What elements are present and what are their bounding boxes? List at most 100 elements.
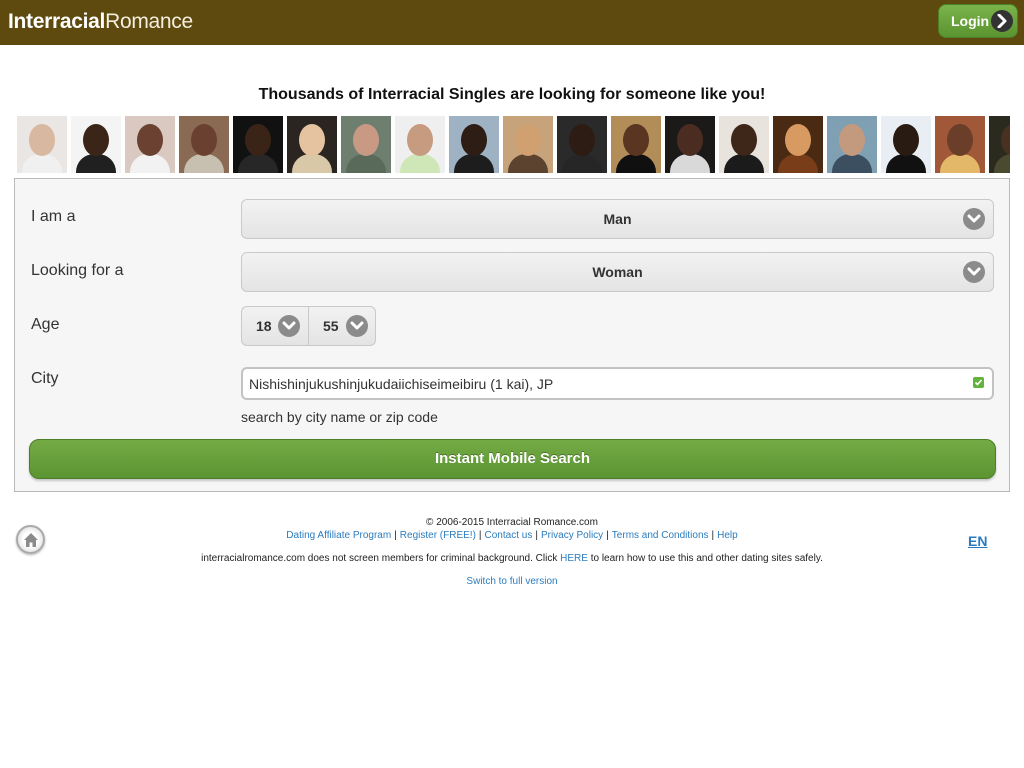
- photo-figure-body: [454, 154, 494, 173]
- city-input[interactable]: [241, 367, 994, 400]
- member-photo[interactable]: [827, 116, 877, 173]
- member-photo[interactable]: [503, 116, 553, 173]
- member-photo[interactable]: [557, 116, 607, 173]
- looking-value: Woman: [592, 264, 643, 280]
- photo-figure-head: [623, 124, 649, 156]
- photo-figure-body: [886, 154, 926, 173]
- member-photo[interactable]: [287, 116, 337, 173]
- member-photo[interactable]: [449, 116, 499, 173]
- photo-figure-head: [1001, 124, 1010, 156]
- chevron-down-icon: [346, 315, 368, 337]
- photo-figure-head: [893, 124, 919, 156]
- login-label: Login: [951, 13, 990, 29]
- headline: Thousands of Interracial Singles are loo…: [258, 86, 766, 103]
- age-max-value: 55: [323, 318, 339, 334]
- chevron-right-icon: [991, 10, 1013, 32]
- age-min-value: 18: [256, 318, 272, 334]
- member-photo[interactable]: [125, 116, 175, 173]
- photo-figure-body: [616, 154, 656, 173]
- chevron-down-icon: [278, 315, 300, 337]
- photo-figure-body: [346, 154, 386, 173]
- member-photo[interactable]: [881, 116, 931, 173]
- photo-figure-body: [22, 154, 62, 173]
- photo-figure-head: [731, 124, 757, 156]
- photo-figure-head: [29, 124, 55, 156]
- member-photo-strip: [17, 116, 1010, 173]
- photo-figure-head: [839, 124, 865, 156]
- photo-figure-head: [191, 124, 217, 156]
- photo-figure-head: [353, 124, 379, 156]
- member-photo[interactable]: [719, 116, 769, 173]
- photo-figure-body: [238, 154, 278, 173]
- separator: |: [478, 530, 482, 541]
- iam-select[interactable]: Man: [241, 199, 994, 239]
- separator: |: [711, 530, 715, 541]
- photo-figure-head: [83, 124, 109, 156]
- safety-disclaimer: interracialromance.com does not screen m…: [0, 553, 1024, 564]
- photo-figure-head: [461, 124, 487, 156]
- switch-version: Switch to full version: [0, 576, 1024, 587]
- age-min-select[interactable]: 18: [242, 307, 309, 345]
- affiliate-link[interactable]: Dating Affiliate Program: [286, 530, 391, 541]
- photo-figure-head: [299, 124, 325, 156]
- photo-figure-body: [778, 154, 818, 173]
- photo-figure-body: [292, 154, 332, 173]
- photo-figure-body: [670, 154, 710, 173]
- iam-label: I am a: [31, 208, 76, 225]
- photo-figure-body: [400, 154, 440, 173]
- member-photo[interactable]: [71, 116, 121, 173]
- privacy-link[interactable]: Privacy Policy: [541, 530, 603, 541]
- instant-search-button[interactable]: Instant Mobile Search: [29, 439, 996, 479]
- photo-figure-head: [515, 124, 541, 156]
- iam-value: Man: [603, 211, 632, 227]
- photo-figure-body: [832, 154, 872, 173]
- member-photo[interactable]: [611, 116, 661, 173]
- switch-to-full-version-link[interactable]: Switch to full version: [466, 576, 557, 587]
- separator: |: [394, 530, 397, 541]
- photo-figure-body: [994, 154, 1010, 173]
- member-photo[interactable]: [935, 116, 985, 173]
- photo-figure-head: [677, 124, 703, 156]
- chevron-down-icon: [963, 261, 985, 283]
- logo[interactable]: InterracialRomance: [8, 10, 193, 34]
- member-photo[interactable]: [179, 116, 229, 173]
- photo-figure-body: [184, 154, 224, 173]
- member-photo[interactable]: [233, 116, 283, 173]
- separator: |: [606, 530, 609, 541]
- age-range: 18 55: [241, 306, 376, 346]
- member-photo[interactable]: [341, 116, 391, 173]
- photo-figure-head: [137, 124, 163, 156]
- disclaimer-text-before: interracialromance.com does not screen m…: [201, 553, 558, 564]
- terms-link[interactable]: Terms and Conditions: [612, 530, 709, 541]
- member-photo[interactable]: [395, 116, 445, 173]
- age-label: Age: [31, 316, 60, 333]
- photo-figure-head: [947, 124, 973, 156]
- logo-bold-text: Interracial: [8, 10, 106, 33]
- member-photo[interactable]: [17, 116, 67, 173]
- safety-here-link[interactable]: HERE: [560, 553, 588, 564]
- member-photo[interactable]: [989, 116, 1010, 173]
- register-link[interactable]: Register (FREE!): [400, 530, 476, 541]
- photo-figure-head: [785, 124, 811, 156]
- looking-label: Looking for a: [31, 262, 124, 279]
- photo-figure-head: [569, 124, 595, 156]
- member-photo[interactable]: [665, 116, 715, 173]
- looking-select[interactable]: Woman: [241, 252, 994, 292]
- photo-figure-body: [130, 154, 170, 173]
- checkmark-icon: [973, 377, 984, 388]
- chevron-down-icon: [963, 208, 985, 230]
- photo-figure-body: [724, 154, 764, 173]
- separator: |: [535, 530, 538, 541]
- photo-figure-body: [76, 154, 116, 173]
- age-max-select[interactable]: 55: [309, 307, 376, 345]
- disclaimer-text-after: to learn how to use this and other datin…: [590, 553, 823, 564]
- photo-figure-body: [940, 154, 980, 173]
- member-photo[interactable]: [773, 116, 823, 173]
- help-link[interactable]: Help: [717, 530, 738, 541]
- search-form: I am a Man Looking for a Woman Age 18 55…: [14, 178, 1010, 492]
- contact-link[interactable]: Contact us: [485, 530, 533, 541]
- photo-figure-head: [245, 124, 271, 156]
- login-button[interactable]: Login: [938, 4, 1018, 38]
- language-selector[interactable]: EN: [968, 533, 987, 549]
- footer-links: Dating Affiliate Program | Register (FREE!…: [0, 530, 1024, 541]
